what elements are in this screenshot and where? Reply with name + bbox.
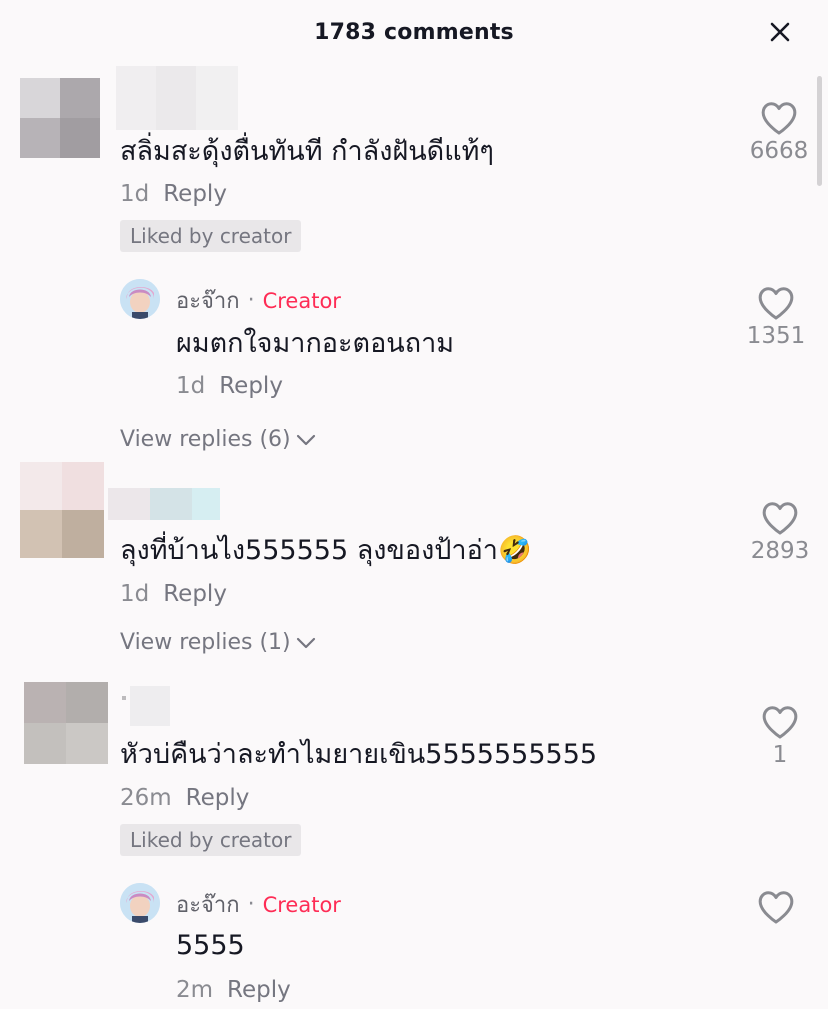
creator-name[interactable]: อะจ๊าก xyxy=(176,887,240,922)
view-replies-button[interactable]: View replies (1) xyxy=(120,630,317,655)
separator-dot: · xyxy=(247,288,255,313)
username-blurred[interactable] xyxy=(108,488,220,520)
liked-by-creator-badge: Liked by creator xyxy=(120,824,302,856)
comment-text: หัวบ่คืนว่าละทำไมยายเขิน5555555555 xyxy=(120,739,598,770)
comments-count-title: 1783 comments xyxy=(314,19,514,45)
close-icon xyxy=(770,22,790,42)
reply-text: ผมตกใจมากอะตอนถาม xyxy=(176,328,455,359)
comment-time: 1d xyxy=(120,581,150,607)
like-count: 2893 xyxy=(750,538,810,564)
creator-row: อะจ๊าก · Creator xyxy=(176,283,341,318)
comment-time: 1d xyxy=(120,181,150,207)
view-replies-button[interactable]: View replies (6) xyxy=(120,427,317,452)
heart-outline-icon xyxy=(761,102,797,135)
reply-time: 1d xyxy=(176,373,206,399)
creator-avatar-image xyxy=(120,883,160,923)
like-button[interactable]: 6668 xyxy=(739,100,819,164)
separator-dot: · xyxy=(247,892,255,917)
heart-outline-icon xyxy=(758,287,794,320)
view-replies-label: View replies (1) xyxy=(120,630,291,655)
like-button[interactable] xyxy=(736,889,816,925)
avatar[interactable] xyxy=(20,78,100,158)
reply-button[interactable]: Reply xyxy=(163,181,227,207)
like-button[interactable]: 1 xyxy=(740,704,820,768)
heart-outline-icon xyxy=(762,706,798,739)
reply-button[interactable]: Reply xyxy=(219,373,283,399)
close-button[interactable] xyxy=(768,20,792,44)
creator-avatar-image xyxy=(120,279,160,319)
avatar[interactable] xyxy=(20,462,104,558)
comments-header: 1783 comments xyxy=(0,0,828,64)
creator-tag: Creator xyxy=(262,892,341,917)
comment-text: สลิ่มสะดุ้งตื่นทันที กำลังฝันดีแท้ๆ xyxy=(120,136,494,167)
reply-meta: 1d Reply xyxy=(176,373,283,399)
creator-avatar[interactable] xyxy=(120,883,160,923)
heart-outline-icon xyxy=(758,891,794,924)
reply-time: 2m xyxy=(176,977,214,1003)
comment-meta: 1d Reply xyxy=(120,181,227,207)
username-blurred[interactable] xyxy=(116,66,238,130)
reply-button[interactable]: Reply xyxy=(227,977,291,1003)
username-blurred[interactable] xyxy=(122,686,170,726)
reply-button[interactable]: Reply xyxy=(186,785,250,811)
like-count: 1351 xyxy=(746,323,806,349)
reply-meta: 2m Reply xyxy=(176,977,291,1003)
like-button[interactable]: 1351 xyxy=(736,285,816,349)
creator-tag: Creator xyxy=(262,288,341,313)
like-count: 1 xyxy=(772,742,788,768)
creator-name[interactable]: อะจ๊าก xyxy=(176,283,240,318)
comment-meta: 1d Reply xyxy=(120,581,227,607)
comment-text: ลุงที่บ้านไง555555 ลุงของป้าอ่า🤣 xyxy=(120,535,532,566)
comment-meta: 26m Reply xyxy=(120,785,249,811)
like-button[interactable]: 2893 xyxy=(740,500,820,564)
view-replies-label: View replies (6) xyxy=(120,427,291,452)
creator-avatar[interactable] xyxy=(120,279,160,319)
chevron-down-icon xyxy=(296,434,315,446)
reply-button[interactable]: Reply xyxy=(163,581,227,607)
creator-row: อะจ๊าก · Creator xyxy=(176,887,341,922)
reply-text: 5555 xyxy=(176,930,245,961)
liked-by-creator-badge: Liked by creator xyxy=(120,220,302,252)
avatar[interactable] xyxy=(24,682,108,764)
comment-time: 26m xyxy=(120,785,172,811)
chevron-down-icon xyxy=(296,637,315,649)
like-count: 6668 xyxy=(749,138,809,164)
heart-outline-icon xyxy=(762,502,798,535)
